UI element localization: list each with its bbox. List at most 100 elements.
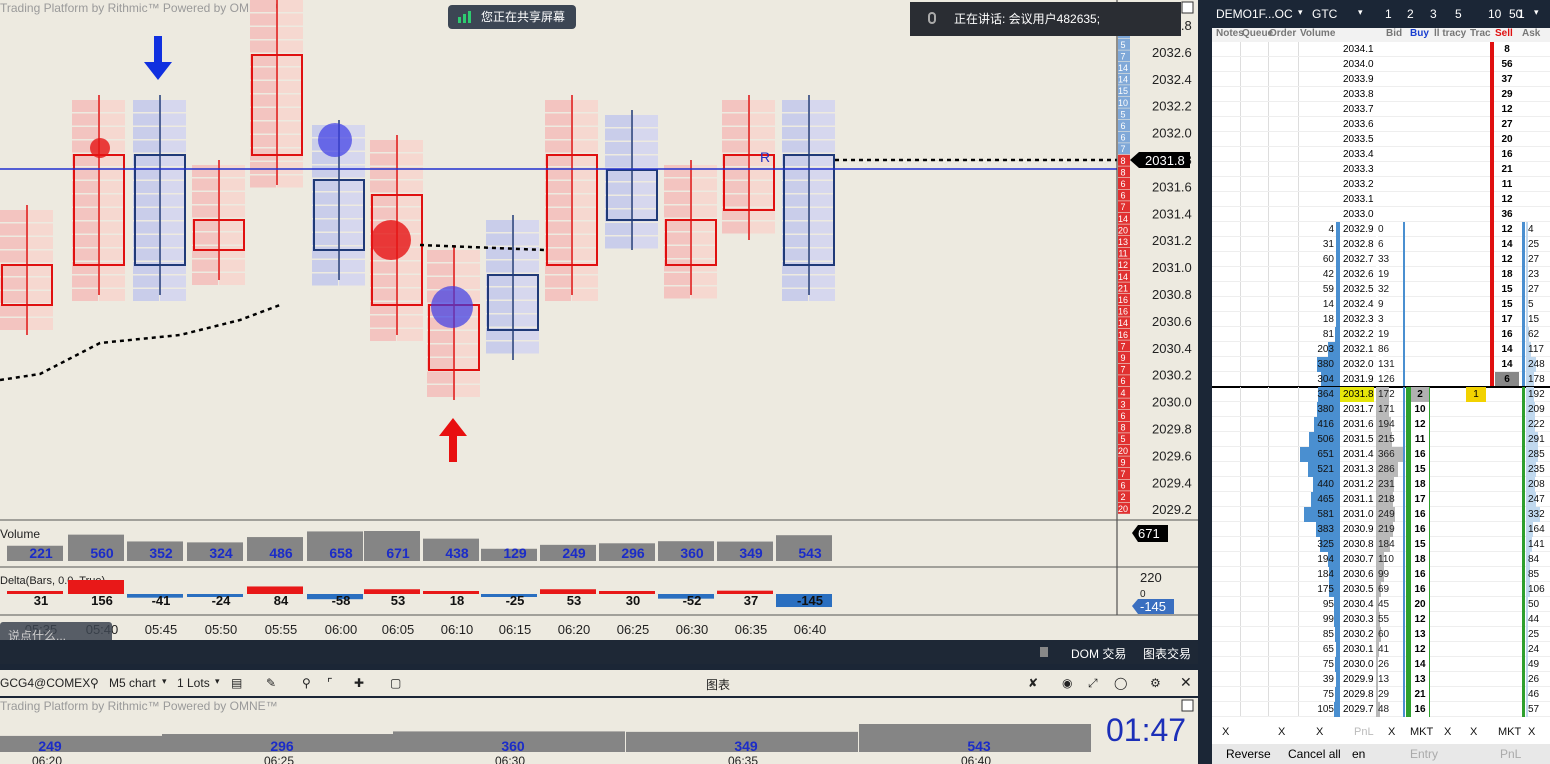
dom-trade-tab[interactable]: DOM 交易: [1071, 645, 1126, 662]
dom-row[interactable]: 465 2031.1 218 17 247: [1212, 492, 1550, 507]
qty-buttons[interactable]: 1 2 3 5 10 50: [1377, 0, 1522, 30]
buy-cell[interactable]: 12: [1411, 417, 1429, 432]
tif-select[interactable]: GTC: [1312, 7, 1337, 21]
dom-row[interactable]: 581 2031.0 249 16 332: [1212, 507, 1550, 522]
indicator-icon[interactable]: ⌜: [327, 676, 333, 690]
sell-cell[interactable]: 17: [1495, 312, 1519, 327]
dom-row[interactable]: 42 2032.6 19 18 23: [1212, 267, 1550, 282]
sell-cell[interactable]: 14: [1495, 357, 1519, 372]
dom-row[interactable]: 380 2031.7 171 10 209: [1212, 402, 1550, 417]
dom-row[interactable]: 521 2031.3 286 15 235: [1212, 462, 1550, 477]
circle-icon[interactable]: ◯: [1114, 676, 1127, 690]
buy-cell[interactable]: 16: [1411, 567, 1429, 582]
dom-row[interactable]: 99 2030.3 55 12 44: [1212, 612, 1550, 627]
footer-cell[interactable]: X: [1470, 726, 1477, 738]
sell-cell[interactable]: 16: [1495, 327, 1519, 342]
dom-row[interactable]: 2033.4 16: [1212, 147, 1550, 162]
dom-row[interactable]: 65 2030.1 41 12 24: [1212, 642, 1550, 657]
close-icon[interactable]: ✕: [1180, 674, 1192, 691]
sell-cell[interactable]: 36: [1495, 207, 1519, 222]
footer-cell[interactable]: X: [1444, 726, 1451, 738]
sell-cell[interactable]: 37: [1495, 72, 1519, 87]
expand-icon[interactable]: ⤢: [1088, 676, 1098, 691]
dom-row[interactable]: 59 2032.5 32 15 27: [1212, 282, 1550, 297]
dom-row[interactable]: 2033.0 36: [1212, 207, 1550, 222]
chart-canvas[interactable]: Trading Platform by Rithmic™ Powered by …: [0, 0, 1198, 640]
dom-row[interactable]: 95 2030.4 45 20 50: [1212, 597, 1550, 612]
sell-cell[interactable]: 11: [1495, 177, 1519, 192]
dom-row[interactable]: 184 2030.6 99 16 85: [1212, 567, 1550, 582]
sell-cell[interactable]: 12: [1495, 252, 1519, 267]
footer-cell[interactable]: PnL: [1354, 726, 1374, 738]
dom-rows[interactable]: 2034.1 8 2034.0 56 2033.9 37 2033.8 29 2033.7 12 2…: [1212, 42, 1550, 728]
buy-cell[interactable]: 15: [1411, 537, 1429, 552]
buy-cell[interactable]: 10: [1411, 402, 1429, 417]
dom-row[interactable]: 2033.2 11: [1212, 177, 1550, 192]
qty-button[interactable]: 3: [1430, 7, 1437, 21]
dom-row[interactable]: 2033.9 37: [1212, 72, 1550, 87]
dom-row[interactable]: 14 2032.4 9 15 5: [1212, 297, 1550, 312]
dom-row[interactable]: 2033.5 20: [1212, 132, 1550, 147]
chevron-down-icon[interactable]: ▾: [1534, 7, 1539, 18]
footer-cell[interactable]: X: [1528, 726, 1535, 738]
sell-cell[interactable]: 14: [1495, 342, 1519, 357]
buy-cell[interactable]: 13: [1411, 672, 1429, 687]
dom-row[interactable]: 440 2031.2 231 18 208: [1212, 477, 1550, 492]
dom-row[interactable]: 380 2032.0 131 14 248: [1212, 357, 1550, 372]
crosshair-icon[interactable]: ✚: [354, 676, 364, 690]
buy-cell[interactable]: 13: [1411, 627, 1429, 642]
sell-cell[interactable]: 15: [1495, 282, 1519, 297]
buy-cell[interactable]: 18: [1411, 552, 1429, 567]
dom-row[interactable]: 325 2030.8 184 15 141: [1212, 537, 1550, 552]
panel-toggle-icon[interactable]: [1040, 647, 1048, 657]
buy-cell[interactable]: 16: [1411, 507, 1429, 522]
template-icon[interactable]: ▤: [231, 676, 242, 690]
buy-cell[interactable]: 18: [1411, 477, 1429, 492]
sell-cell[interactable]: 20: [1495, 132, 1519, 147]
dom-row[interactable]: 2033.1 12: [1212, 192, 1550, 207]
sell-cell[interactable]: 18: [1495, 267, 1519, 282]
pencil-icon[interactable]: ✎: [266, 676, 276, 690]
lots-select[interactable]: 1 Lots: [177, 676, 210, 690]
dom-row[interactable]: 364 2031.8 172 2 1 192: [1212, 387, 1550, 402]
buy-cell[interactable]: 16: [1411, 447, 1429, 462]
sell-cell[interactable]: 15: [1495, 297, 1519, 312]
dom-row[interactable]: 203 2032.1 86 14 117: [1212, 342, 1550, 357]
sell-cell[interactable]: 12: [1495, 102, 1519, 117]
qty-select[interactable]: 1: [1518, 7, 1525, 21]
dom-row[interactable]: 175 2030.5 69 16 106: [1212, 582, 1550, 597]
chevron-down-icon[interactable]: ▾: [162, 676, 167, 687]
sell-cell[interactable]: 8: [1495, 42, 1519, 57]
dom-ladder[interactable]: DEMO1F...OC ▾ GTC ▾ 1 2 3 5 10 50 1 ▾ Notes Qu…: [1208, 0, 1550, 764]
sell-cell[interactable]: 16: [1495, 147, 1519, 162]
buy-cell[interactable]: 16: [1411, 702, 1429, 717]
buy-cell[interactable]: 12: [1411, 612, 1429, 627]
footer-cell[interactable]: X: [1278, 726, 1285, 738]
sell-cell[interactable]: 12: [1495, 192, 1519, 207]
pin-icon[interactable]: ✘: [1028, 676, 1038, 690]
footprint-chart[interactable]: Trading Platform by Rithmic™ Powered by …: [0, 0, 1198, 640]
footer-cell[interactable]: X: [1316, 726, 1323, 738]
chart-trade-tab[interactable]: 图表交易: [1143, 645, 1191, 662]
buy-cell[interactable]: 16: [1411, 582, 1429, 597]
sell-cell[interactable]: 27: [1495, 117, 1519, 132]
footer-cell[interactable]: X: [1388, 726, 1395, 738]
chevron-down-icon[interactable]: ▾: [215, 676, 220, 687]
buy-cell[interactable]: 20: [1411, 597, 1429, 612]
dom-row[interactable]: 75 2029.8 29 21 46: [1212, 687, 1550, 702]
dom-row[interactable]: 2033.3 21: [1212, 162, 1550, 177]
symbol-label[interactable]: GCG4@COMEX: [0, 676, 90, 690]
dom-row[interactable]: 506 2031.5 215 11 291: [1212, 432, 1550, 447]
chevron-down-icon[interactable]: ▾: [1298, 7, 1303, 18]
buy-cell[interactable]: 17: [1411, 492, 1429, 507]
cancel-all-button[interactable]: Cancel all: [1288, 747, 1341, 761]
dom-row[interactable]: 194 2030.7 110 18 84: [1212, 552, 1550, 567]
reverse-button[interactable]: Reverse: [1226, 747, 1271, 761]
chevron-down-icon[interactable]: ▾: [1358, 7, 1363, 18]
mini-chart[interactable]: Trading Platform by Rithmic™ Powered by …: [0, 698, 1198, 764]
dom-row[interactable]: 4 2032.9 0 12 4: [1212, 222, 1550, 237]
footer-cell[interactable]: X: [1222, 726, 1229, 738]
account-select[interactable]: DEMO1F...OC: [1216, 7, 1293, 21]
qty-button[interactable]: 2: [1407, 7, 1414, 21]
sell-cell[interactable]: 12: [1495, 222, 1519, 237]
